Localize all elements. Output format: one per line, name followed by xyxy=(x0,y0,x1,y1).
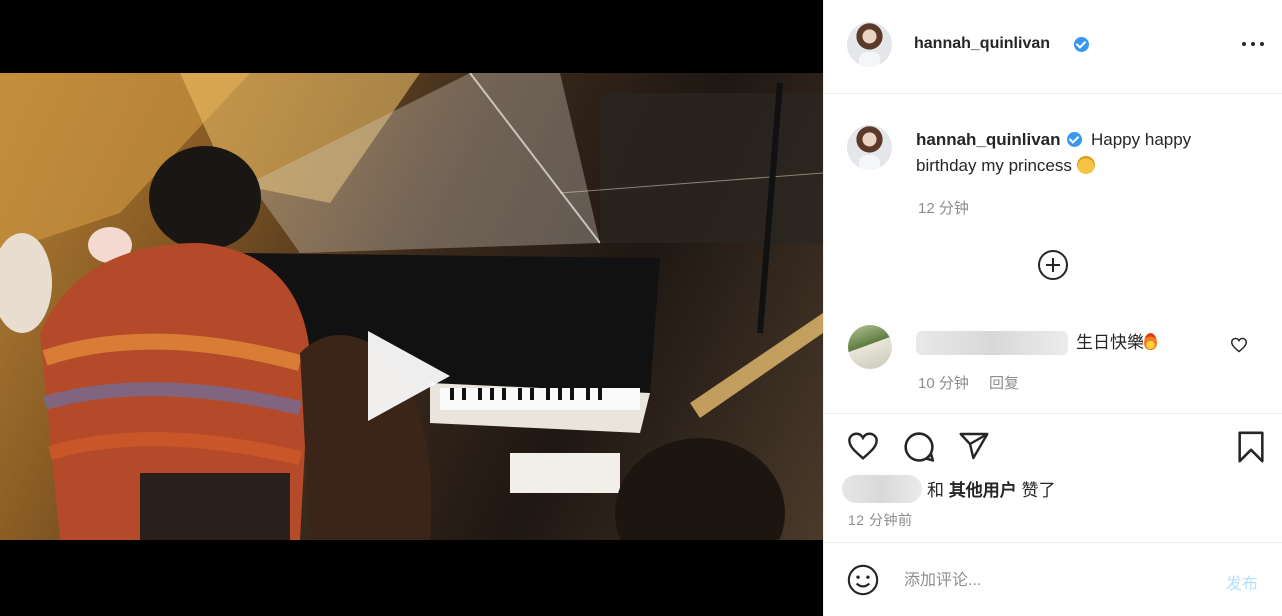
commenter-username-blurred[interactable] xyxy=(916,331,1068,355)
liked-by-avatars-blurred[interactable] xyxy=(842,475,922,503)
share-icon[interactable] xyxy=(957,430,991,462)
instagram-post-view: hannah_quinlivan hannah_quinlivan Happy … xyxy=(0,0,1282,616)
actions-divider xyxy=(824,413,1282,414)
caption-verified-badge-icon xyxy=(1067,132,1083,147)
post-comment-button[interactable]: 发布 xyxy=(1226,570,1258,594)
comment-body: 生日快樂 xyxy=(1076,333,1144,352)
author-avatar[interactable] xyxy=(847,22,892,67)
post-timestamp[interactable]: 12 分钟前 xyxy=(848,510,912,530)
video-frame xyxy=(0,73,823,540)
likes-suffix: 赞了 xyxy=(1021,481,1056,500)
likes-connector: 和 xyxy=(927,481,944,500)
comment-time: 10 分钟 xyxy=(918,375,969,392)
comment-text: 生日快樂 xyxy=(1076,328,1157,353)
fire-emoji-icon xyxy=(1144,333,1157,350)
crying-face-emoji-icon xyxy=(1076,156,1095,174)
caption-author-avatar[interactable] xyxy=(847,125,892,170)
bookmark-icon[interactable] xyxy=(1236,430,1266,464)
comment-like-heart-icon[interactable] xyxy=(1230,337,1248,353)
header-username[interactable]: hannah_quinlivan xyxy=(914,35,1050,53)
caption: hannah_quinlivan Happy happy birthday my… xyxy=(916,127,1256,179)
reply-link[interactable]: 回复 xyxy=(989,372,1019,393)
media-panel xyxy=(0,0,823,616)
video-player[interactable] xyxy=(0,73,823,540)
play-icon[interactable] xyxy=(368,331,450,421)
caption-username[interactable]: hannah_quinlivan xyxy=(916,130,1061,149)
load-more-comments-icon[interactable] xyxy=(1038,250,1068,280)
likes-others-link[interactable]: 其他用户 xyxy=(949,481,1017,500)
comment-icon[interactable] xyxy=(902,430,936,464)
comment-box-divider xyxy=(824,542,1282,543)
comment-input[interactable] xyxy=(902,566,1196,596)
likes-summary: 和 其他用户 赞了 xyxy=(927,476,1055,501)
emoji-picker-icon[interactable] xyxy=(846,563,880,597)
ellipsis-icon[interactable] xyxy=(1242,34,1266,54)
commenter-avatar[interactable] xyxy=(848,325,892,369)
header-divider xyxy=(824,93,1282,94)
post-side-panel: hannah_quinlivan hannah_quinlivan Happy … xyxy=(823,0,1282,616)
verified-badge-icon xyxy=(1074,37,1089,52)
caption-time: 12 分钟 xyxy=(918,200,969,217)
heart-icon[interactable] xyxy=(846,431,880,461)
